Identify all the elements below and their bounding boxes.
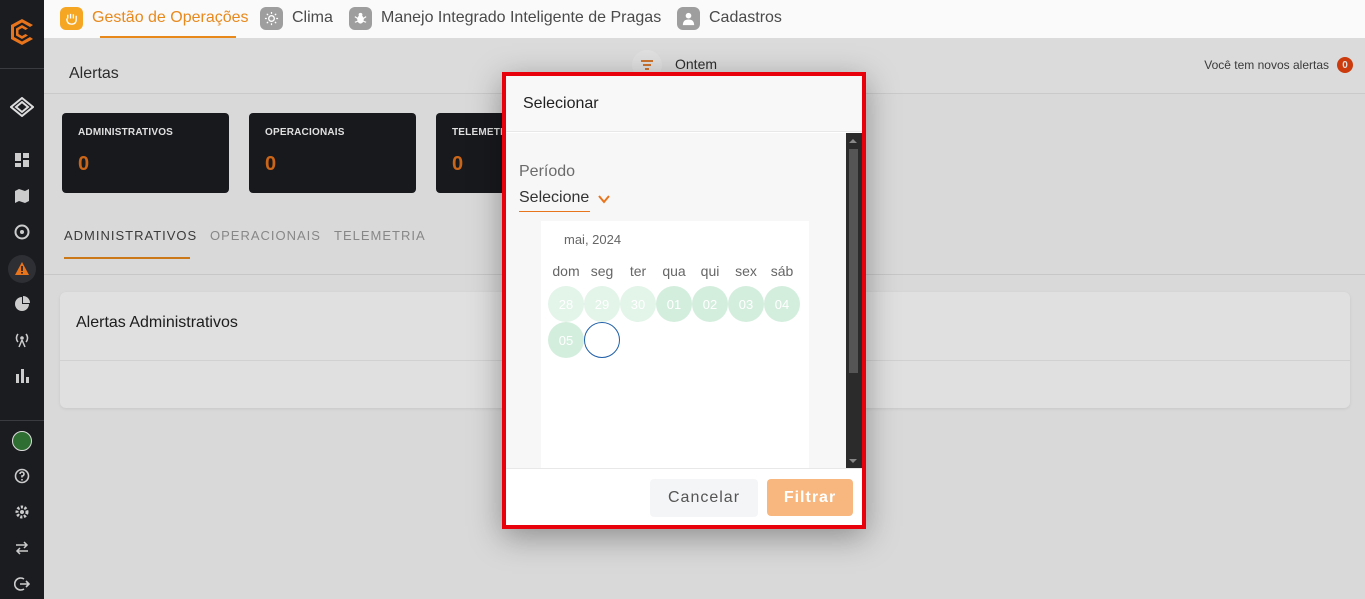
calendar-day[interactable]: 05 <box>548 322 584 358</box>
calendar-day[interactable]: 30 <box>620 286 656 322</box>
scrollbar-thumb[interactable] <box>849 149 858 373</box>
hand-icon <box>60 6 83 30</box>
calendar-day[interactable]: 29 <box>584 286 620 322</box>
user-icon <box>677 6 700 30</box>
avatar[interactable] <box>12 431 32 451</box>
select-period-dialog: Selecionar Período Selecione mai, 2024 d… <box>502 72 866 529</box>
calendar-day[interactable]: 03 <box>728 286 764 322</box>
period-select[interactable]: Selecione <box>519 189 590 212</box>
calendar-weekday: sex <box>735 263 757 279</box>
diamond-logo-icon[interactable] <box>10 97 34 117</box>
filter-submit-button[interactable]: Filtrar <box>767 479 853 516</box>
calendar-day[interactable]: 01 <box>656 286 692 322</box>
period-label: Período <box>519 163 576 180</box>
antenna-icon[interactable] <box>13 331 31 349</box>
nav-label: Clima <box>292 9 333 26</box>
calendar-weekday: seg <box>590 263 614 279</box>
gear-icon[interactable] <box>13 503 31 521</box>
pie-chart-icon[interactable] <box>13 295 31 313</box>
dialog-scrollbar[interactable] <box>846 133 862 469</box>
bug-icon <box>349 6 372 30</box>
top-navigation: Gestão de Operações Clima Manejo Integra… <box>44 0 1365 38</box>
scroll-down-arrow-icon[interactable] <box>849 459 857 463</box>
bar-chart-icon[interactable] <box>13 367 31 385</box>
nav-gestao-operacoes[interactable]: Gestão de Operações <box>60 6 249 30</box>
dialog-title: Selecionar <box>523 95 599 112</box>
calendar-day[interactable]: 04 <box>764 286 800 322</box>
calendar-weekday: qua <box>662 263 686 279</box>
dialog-footer: Cancelar Filtrar <box>506 468 862 525</box>
sidebar <box>0 0 44 599</box>
app-logo[interactable] <box>8 17 36 47</box>
scroll-up-arrow-icon[interactable] <box>849 139 857 143</box>
nav-label: Gestão de Operações <box>92 9 249 26</box>
sidebar-divider <box>0 420 44 421</box>
sidebar-divider <box>0 68 44 69</box>
sun-icon <box>260 6 283 30</box>
calendar-weekday: dom <box>552 263 580 279</box>
calendar-day-today[interactable] <box>584 322 620 358</box>
nav-clima[interactable]: Clima <box>260 6 333 30</box>
nav-cadastros[interactable]: Cadastros <box>677 6 782 30</box>
chevron-down-icon[interactable] <box>598 191 610 207</box>
nav-label: Cadastros <box>709 9 782 26</box>
cancel-button[interactable]: Cancelar <box>650 479 758 517</box>
nav-manejo-pragas[interactable]: Manejo Integrado Inteligente de Pragas <box>349 6 661 30</box>
dialog-header: Selecionar <box>506 76 862 132</box>
logout-icon[interactable] <box>13 575 31 593</box>
swap-icon[interactable] <box>13 539 31 557</box>
alert-icon[interactable] <box>8 255 36 283</box>
map-icon[interactable] <box>13 187 31 205</box>
calendar-weekday: ter <box>629 263 647 279</box>
dialog-body: Período Selecione mai, 2024 dom seg ter … <box>506 133 846 469</box>
calendar-weekday: qui <box>700 263 720 279</box>
dashboard-icon[interactable] <box>13 151 31 169</box>
gauge-icon[interactable] <box>13 223 31 241</box>
calendar-month-label[interactable]: mai, 2024 <box>564 232 621 247</box>
nav-label: Manejo Integrado Inteligente de Pragas <box>381 9 662 26</box>
calendar-weekday: sáb <box>770 263 794 279</box>
help-icon[interactable] <box>13 467 31 485</box>
calendar: mai, 2024 dom seg ter qua qui sex sáb 28… <box>541 221 809 469</box>
calendar-day[interactable]: 02 <box>692 286 728 322</box>
calendar-day[interactable]: 28 <box>548 286 584 322</box>
